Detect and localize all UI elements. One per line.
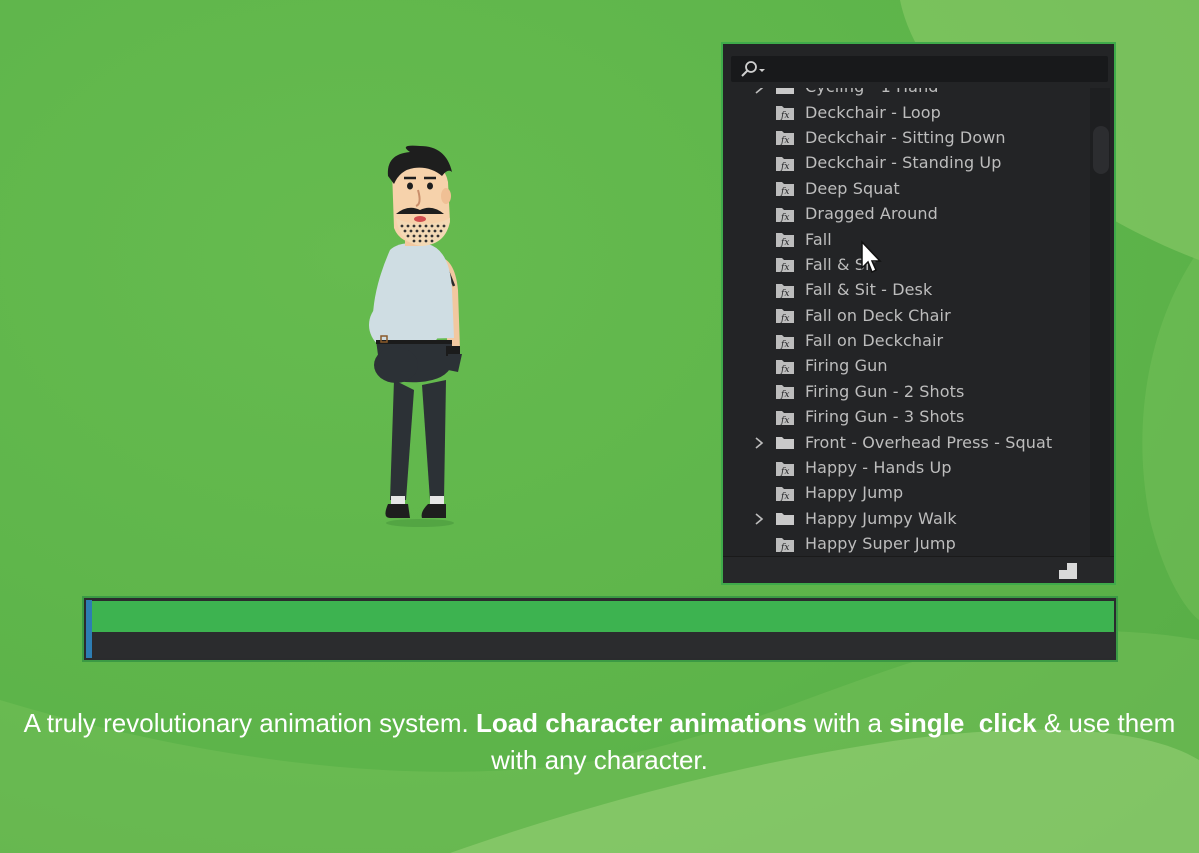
caption: A truly revolutionary animation system. … (0, 705, 1199, 779)
folder-icon (775, 433, 795, 451)
search-icon[interactable] (739, 60, 769, 78)
library-preset-row[interactable]: fx Fall on Deckchair (723, 328, 1091, 353)
library-item-label: Deckchair - Sitting Down (805, 127, 1006, 147)
fx-preset-icon: fx (775, 205, 795, 223)
library-item-label: Firing Gun - 3 Shots (805, 407, 965, 427)
library-preset-row[interactable]: fx Firing Gun (723, 353, 1091, 378)
library-item-label: Dragged Around (805, 204, 938, 224)
library-item-label: Happy Super Jump (805, 534, 956, 554)
library-preset-row[interactable]: fx Dragged Around (723, 201, 1091, 226)
fx-preset-icon: fx (775, 535, 795, 553)
library-preset-row[interactable]: fx Deep Squat (723, 176, 1091, 201)
fx-preset-icon: fx (775, 357, 795, 375)
library-folder-row[interactable]: Happy Jumpy Walk (723, 506, 1091, 531)
caption-text-1: A truly revolutionary animation system. (23, 708, 476, 738)
fx-preset-icon: fx (775, 459, 795, 477)
character-illustration (369, 145, 462, 527)
fx-preset-icon: fx (775, 179, 795, 197)
mouse-pointer-icon (861, 240, 882, 274)
playhead[interactable] (86, 600, 92, 658)
library-preset-row[interactable]: fx Happy Super Jump (723, 531, 1091, 556)
library-item-label: Deep Squat (805, 178, 900, 198)
fx-preset-icon: fx (775, 306, 795, 324)
folder-icon (775, 88, 795, 96)
chevron-right-icon[interactable] (753, 435, 765, 449)
caption-text-2: with a (806, 708, 890, 738)
svg-text:fx: fx (780, 213, 790, 223)
svg-text:fx: fx (780, 416, 790, 426)
library-item-label: Happy Jumpy Walk (805, 508, 957, 528)
library-folder-row[interactable]: Front - Overhead Press - Squat (723, 429, 1091, 454)
timeline-layer-bar[interactable] (92, 601, 1114, 632)
library-item-label: Fall on Deckchair (805, 331, 944, 351)
scroll-thumb[interactable] (1093, 126, 1109, 174)
library-preset-row[interactable]: fx Fall (723, 226, 1091, 251)
caption-bold-1: Load character animations (475, 708, 807, 738)
library-preset-row[interactable]: fx Fall & Sit (723, 252, 1091, 277)
search-input[interactable] (731, 56, 1108, 82)
fx-preset-icon: fx (775, 128, 795, 146)
chevron-right-icon[interactable] (753, 511, 765, 525)
timeline[interactable] (82, 596, 1118, 662)
svg-text:fx: fx (780, 543, 790, 553)
library-item-label: Firing Gun (805, 356, 888, 376)
fx-preset-icon: fx (775, 408, 795, 426)
svg-text:fx: fx (780, 111, 790, 121)
svg-text:fx: fx (780, 187, 790, 197)
library-item-label: Cycling - 1 Hand (805, 88, 939, 96)
svg-text:fx: fx (780, 314, 790, 324)
resize-icon[interactable] (1058, 562, 1078, 580)
caption-bold-2: single click (889, 708, 1037, 738)
svg-text:fx: fx (780, 162, 790, 172)
fx-preset-icon: fx (775, 382, 795, 400)
library-item-label: Firing Gun - 2 Shots (805, 381, 965, 401)
panel-footer (723, 556, 1114, 583)
library-preset-row[interactable]: fx Happy - Hands Up (723, 455, 1091, 480)
fx-preset-icon: fx (775, 230, 795, 248)
chevron-right-icon[interactable] (753, 88, 765, 94)
library-preset-row[interactable]: fx Deckchair - Sitting Down (723, 125, 1091, 150)
library-item-label: Fall on Deck Chair (805, 305, 951, 325)
svg-text:fx: fx (780, 492, 790, 502)
fx-preset-icon: fx (775, 281, 795, 299)
library-item-label: Deckchair - Loop (805, 102, 941, 122)
library-item-label: Happy - Hands Up (805, 458, 952, 478)
timeline-lower-track (92, 632, 1114, 658)
library-folder-row[interactable]: Cycling - 1 Hand (723, 88, 1091, 99)
fx-preset-icon: fx (775, 484, 795, 502)
library-preset-row[interactable]: fx Fall on Deck Chair (723, 303, 1091, 328)
fx-preset-icon: fx (775, 255, 795, 273)
library-list: Cycling - 1 Hand fx Deckchair - Loop fx Deck… (723, 88, 1091, 562)
svg-text:fx: fx (780, 365, 790, 375)
svg-text:fx: fx (780, 289, 790, 299)
folder-icon (775, 509, 795, 527)
library-preset-row[interactable]: fx Deckchair - Standing Up (723, 150, 1091, 175)
library-preset-row[interactable]: fx Firing Gun - 2 Shots (723, 379, 1091, 404)
library-preset-row[interactable]: fx Happy Jump (723, 480, 1091, 505)
fx-preset-icon: fx (775, 154, 795, 172)
svg-text:fx: fx (780, 263, 790, 273)
fx-preset-icon: fx (775, 332, 795, 350)
svg-text:fx: fx (780, 467, 790, 477)
scrollbar[interactable] (1090, 88, 1110, 558)
library-item-label: Happy Jump (805, 483, 904, 503)
library-item-label: Deckchair - Standing Up (805, 153, 1002, 173)
animation-library-panel: Cycling - 1 Hand fx Deckchair - Loop fx Deck… (721, 42, 1116, 585)
svg-text:fx: fx (780, 238, 790, 248)
svg-text:fx: fx (780, 340, 790, 350)
svg-text:fx: fx (780, 136, 790, 146)
library-preset-row[interactable]: fx Fall & Sit - Desk (723, 277, 1091, 302)
fx-preset-icon: fx (775, 103, 795, 121)
library-item-label: Fall & Sit - Desk (805, 280, 933, 300)
svg-text:fx: fx (780, 390, 790, 400)
library-item-label: Front - Overhead Press - Squat (805, 432, 1053, 452)
library-item-label: Fall (805, 229, 832, 249)
library-preset-row[interactable]: fx Firing Gun - 3 Shots (723, 404, 1091, 429)
library-preset-row[interactable]: fx Deckchair - Loop (723, 99, 1091, 124)
